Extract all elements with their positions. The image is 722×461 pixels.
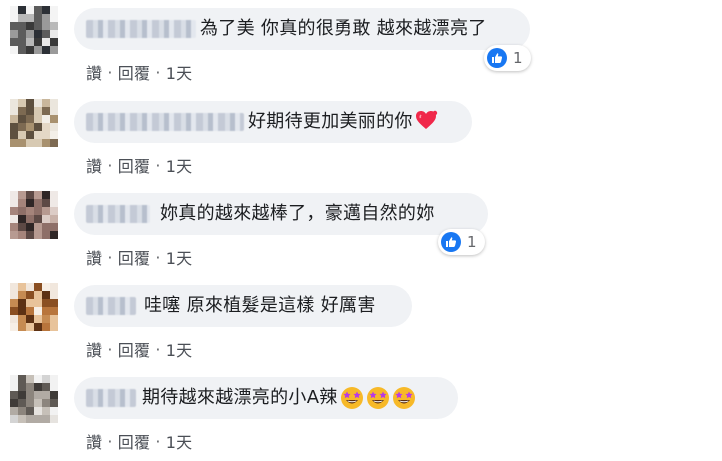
timestamp-link[interactable]: 1天 [166,153,193,177]
reply-link[interactable]: 回覆 [118,153,151,177]
comment-text: 期待越來越漂亮的小A辣 [142,387,338,408]
star-struck-emoji-group [340,386,416,410]
comment-bubble: 哇噻 原來植髮是這樣 好厲害 [74,285,412,327]
like-reaction-icon [487,48,507,68]
separator: · [107,155,113,175]
like-link[interactable]: 讚 [86,60,102,84]
star-struck-emoji [366,387,389,409]
commenter-name-blurred[interactable] [86,20,196,38]
avatar[interactable] [10,375,58,423]
separator: · [155,62,161,82]
commenter-name-blurred[interactable] [86,113,244,131]
comment-item: 好期待更加美丽的你 讚 · 回覆 · 1天 [0,93,722,185]
avatar[interactable] [10,191,58,239]
avatar[interactable] [10,283,58,331]
comment-bubble: 好期待更加美丽的你 [74,101,472,143]
comment-bubble: 為了美 你真的很勇敢 越來越漂亮了 [74,8,530,50]
reaction-badge[interactable]: 1 [438,229,485,255]
comment-bubble: 妳真的越來越棒了，豪邁自然的妳 [74,193,488,235]
comment-item: 妳真的越來越棒了，豪邁自然的妳 1 讚 · 回覆 · 1天 [0,185,722,277]
like-link[interactable]: 讚 [86,153,102,177]
star-struck-emoji [340,387,363,409]
comment-actions: 讚 · 回覆 · 1天 [86,337,192,361]
comment-text: 哇噻 原來植髮是這樣 好厲害 [144,295,376,316]
avatar[interactable] [10,99,58,147]
separator: · [107,431,113,451]
reply-link[interactable]: 回覆 [118,245,151,269]
like-link[interactable]: 讚 [86,429,102,453]
separator: · [107,62,113,82]
heart-emoji [415,109,439,135]
comment-actions: 讚 · 回覆 · 1天 [86,60,192,84]
timestamp-link[interactable]: 1天 [166,429,193,453]
like-reaction-icon [441,232,461,252]
separator: · [155,431,161,451]
star-struck-emoji [392,387,415,409]
commenter-name-blurred[interactable] [86,389,136,407]
reply-link[interactable]: 回覆 [118,60,151,84]
comment-bubble: 期待越來越漂亮的小A辣 [74,377,458,419]
reaction-count: 1 [467,233,477,251]
reaction-badge[interactable]: 1 [484,45,531,71]
separator: · [107,339,113,359]
comment-item: 哇噻 原來植髮是這樣 好厲害 讚 · 回覆 · 1天 [0,277,722,369]
separator: · [155,247,161,267]
reply-link[interactable]: 回覆 [118,429,151,453]
comment-text: 為了美 你真的很勇敢 越來越漂亮了 [200,18,487,39]
comment-actions: 讚 · 回覆 · 1天 [86,429,192,453]
separator: · [155,155,161,175]
commenter-name-blurred[interactable] [86,205,150,223]
timestamp-link[interactable]: 1天 [166,245,193,269]
comment-actions: 讚 · 回覆 · 1天 [86,153,192,177]
comment-text: 妳真的越來越棒了，豪邁自然的妳 [160,203,435,224]
timestamp-link[interactable]: 1天 [166,337,193,361]
avatar[interactable] [10,6,58,54]
comment-item: 期待越來越漂亮的小A辣 讚 · 回覆 · 1天 [0,369,722,461]
separator: · [107,247,113,267]
commenter-name-blurred[interactable] [86,297,136,315]
comment-item: 為了美 你真的很勇敢 越來越漂亮了 1 讚 · 回覆 · 1天 [0,0,722,92]
comment-actions: 讚 · 回覆 · 1天 [86,245,192,269]
separator: · [155,339,161,359]
timestamp-link[interactable]: 1天 [166,60,193,84]
like-link[interactable]: 讚 [86,245,102,269]
reaction-count: 1 [513,49,523,67]
reply-link[interactable]: 回覆 [118,337,151,361]
like-link[interactable]: 讚 [86,337,102,361]
comment-text: 好期待更加美丽的你 [248,111,413,132]
